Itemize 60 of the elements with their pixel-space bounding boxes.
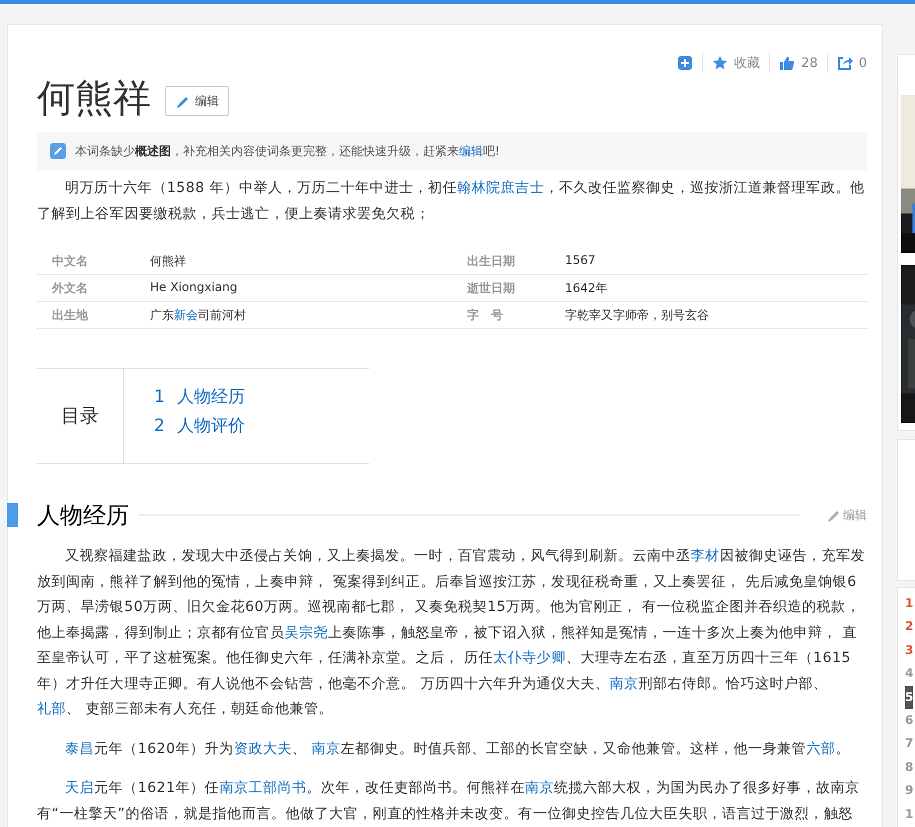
info-value: 广东新会司前河村	[150, 306, 246, 324]
info-label: 逝世日期	[467, 280, 516, 296]
toc-item[interactable]: 2 人物评价	[154, 415, 245, 438]
rank-number: 3	[905, 642, 913, 659]
section-title: 人物经历	[37, 502, 129, 530]
section-marker	[7, 503, 18, 527]
info-value: 1642年	[565, 280, 608, 296]
info-label: 字 号	[467, 306, 504, 324]
info-value: 1567	[565, 252, 596, 268]
paragraph: 泰昌 元年（1620年）升为 资政大夫、 南京左都御史。时值兵部、工部的长官空缺，又命他兼管。这样，他一身兼管六部。	[64, 740, 851, 758]
page-title: 何熊祥	[37, 75, 151, 121]
link[interactable]: 新会	[174, 308, 198, 322]
link[interactable]: 南京	[609, 676, 639, 692]
paragraph: 又视察福建盐政，发现大中丞侵占关饷，又上奏揭发。一时，百官震动，风气得到刷新。云南中丞李材因被御史诬告，充军发放到闽南，熊祥了解到他的冤情，上奏申辩， 冤案得到纠正。后奉旨巡按江苏，发现征税奇重，又上奏罢征， 先后减免皇饷银6万两、旱涝银50万两、旧欠金花60万两。巡视南都七郡， 又奏免税契15万两。他为官刚正， 有一位税监企图并吞织造的税款，他上奉揭露，得到制止；京都有位官员吴宗尧上奏陈事，触怒皇帝，被下诏入狱，熊祥知是冤情，一连十多次上奏为他申辩， 直至皇帝认可，平了这桩冤案。他任御史六年，任满补京堂。之后， 历任太仆寺少卿、大理寺左右丞，直至万历四十三年（1615 年）才升任大理寺正卿。有人说他不会钻营，他毫不介意。 万历四十六年升为通仪大夫、南京刑部右侍郎。恰巧这时户部、 礼部、 吏部三部未有人充任，朝廷命他兼管。	[37, 547, 866, 719]
paragraph: 明万历十六年（1588 年）中举人，万历二十年中进士，初任翰林院庶吉士，不久改任监察御史，巡按浙江道兼督理军政。他了解到上谷军因要缴税款，兵士逃亡，便上奏请求罢免欠税；	[37, 179, 866, 224]
rank-number: 2	[905, 618, 913, 636]
rank-number: 5	[905, 686, 913, 710]
rank-number: 7	[905, 735, 913, 752]
rank-number: 8	[905, 758, 913, 776]
favorite-label[interactable]: 收藏	[734, 54, 760, 72]
link[interactable]: 南京工部尚书	[219, 780, 307, 796]
share-count[interactable]: 0	[858, 56, 867, 70]
info-label: 外文名	[52, 280, 89, 296]
link[interactable]: 编辑	[459, 144, 483, 158]
rank-number: 4	[905, 665, 913, 682]
link[interactable]: 翰林院庶吉士	[457, 180, 544, 196]
info-value: 何熊祥	[150, 252, 186, 270]
toc-title: 目录	[37, 369, 124, 463]
info-label: 出生地	[52, 306, 89, 324]
rank-number: 1	[905, 806, 913, 823]
add-icon	[677, 55, 694, 71]
link[interactable]: 南京	[312, 740, 341, 756]
like-count[interactable]: 28	[801, 56, 818, 70]
link[interactable]: 天启	[65, 780, 94, 796]
link[interactable]: 吴宗尧	[284, 624, 328, 640]
link[interactable]: 太仆寺少卿	[493, 650, 566, 666]
notice-text: 本词条缺少概述图，补充相关内容使词条更完整，还能快速升级，赶紧来编辑吧!	[75, 142, 500, 160]
edit-link[interactable]: 编辑	[826, 506, 867, 524]
link[interactable]: 李材	[690, 548, 720, 564]
edit-button[interactable]: 编辑	[165, 86, 229, 116]
info-value: 字乾宰又字师帝，别号玄谷	[565, 306, 709, 324]
paragraph: 天启元年（1621年）任南京工部尚书。次年，改任吏部尚书。何熊祥在南京统揽六部大权，为国为民办了很多好事，故南京有“一柱擎天”的俗语，就是指他而言。他做了大官，刚直的性格并未改变。有一位御史控告几位大臣失职，语言过于激烈，触怒	[37, 779, 860, 824]
link[interactable]: 泰昌	[65, 740, 94, 756]
share-icon	[836, 55, 853, 71]
link[interactable]: 南京	[524, 780, 554, 796]
rank-number: 9	[905, 782, 913, 800]
link[interactable]: 礼部	[37, 701, 66, 717]
link[interactable]: 资政大夫	[234, 740, 292, 756]
pencil-icon	[175, 94, 189, 108]
info-value: He Xiongxiang	[150, 280, 238, 296]
toc-item[interactable]: 1 人物经历	[154, 386, 245, 409]
rank-number: 6	[905, 712, 913, 730]
star-icon	[712, 55, 728, 71]
link[interactable]: 六部	[806, 740, 836, 756]
info-label: 中文名	[52, 252, 89, 270]
pencil-icon	[50, 143, 66, 159]
rank-number: 1	[905, 595, 913, 612]
thumbs-up-icon	[779, 55, 796, 71]
info-label: 出生日期	[467, 252, 516, 270]
pencil-icon	[826, 508, 840, 522]
